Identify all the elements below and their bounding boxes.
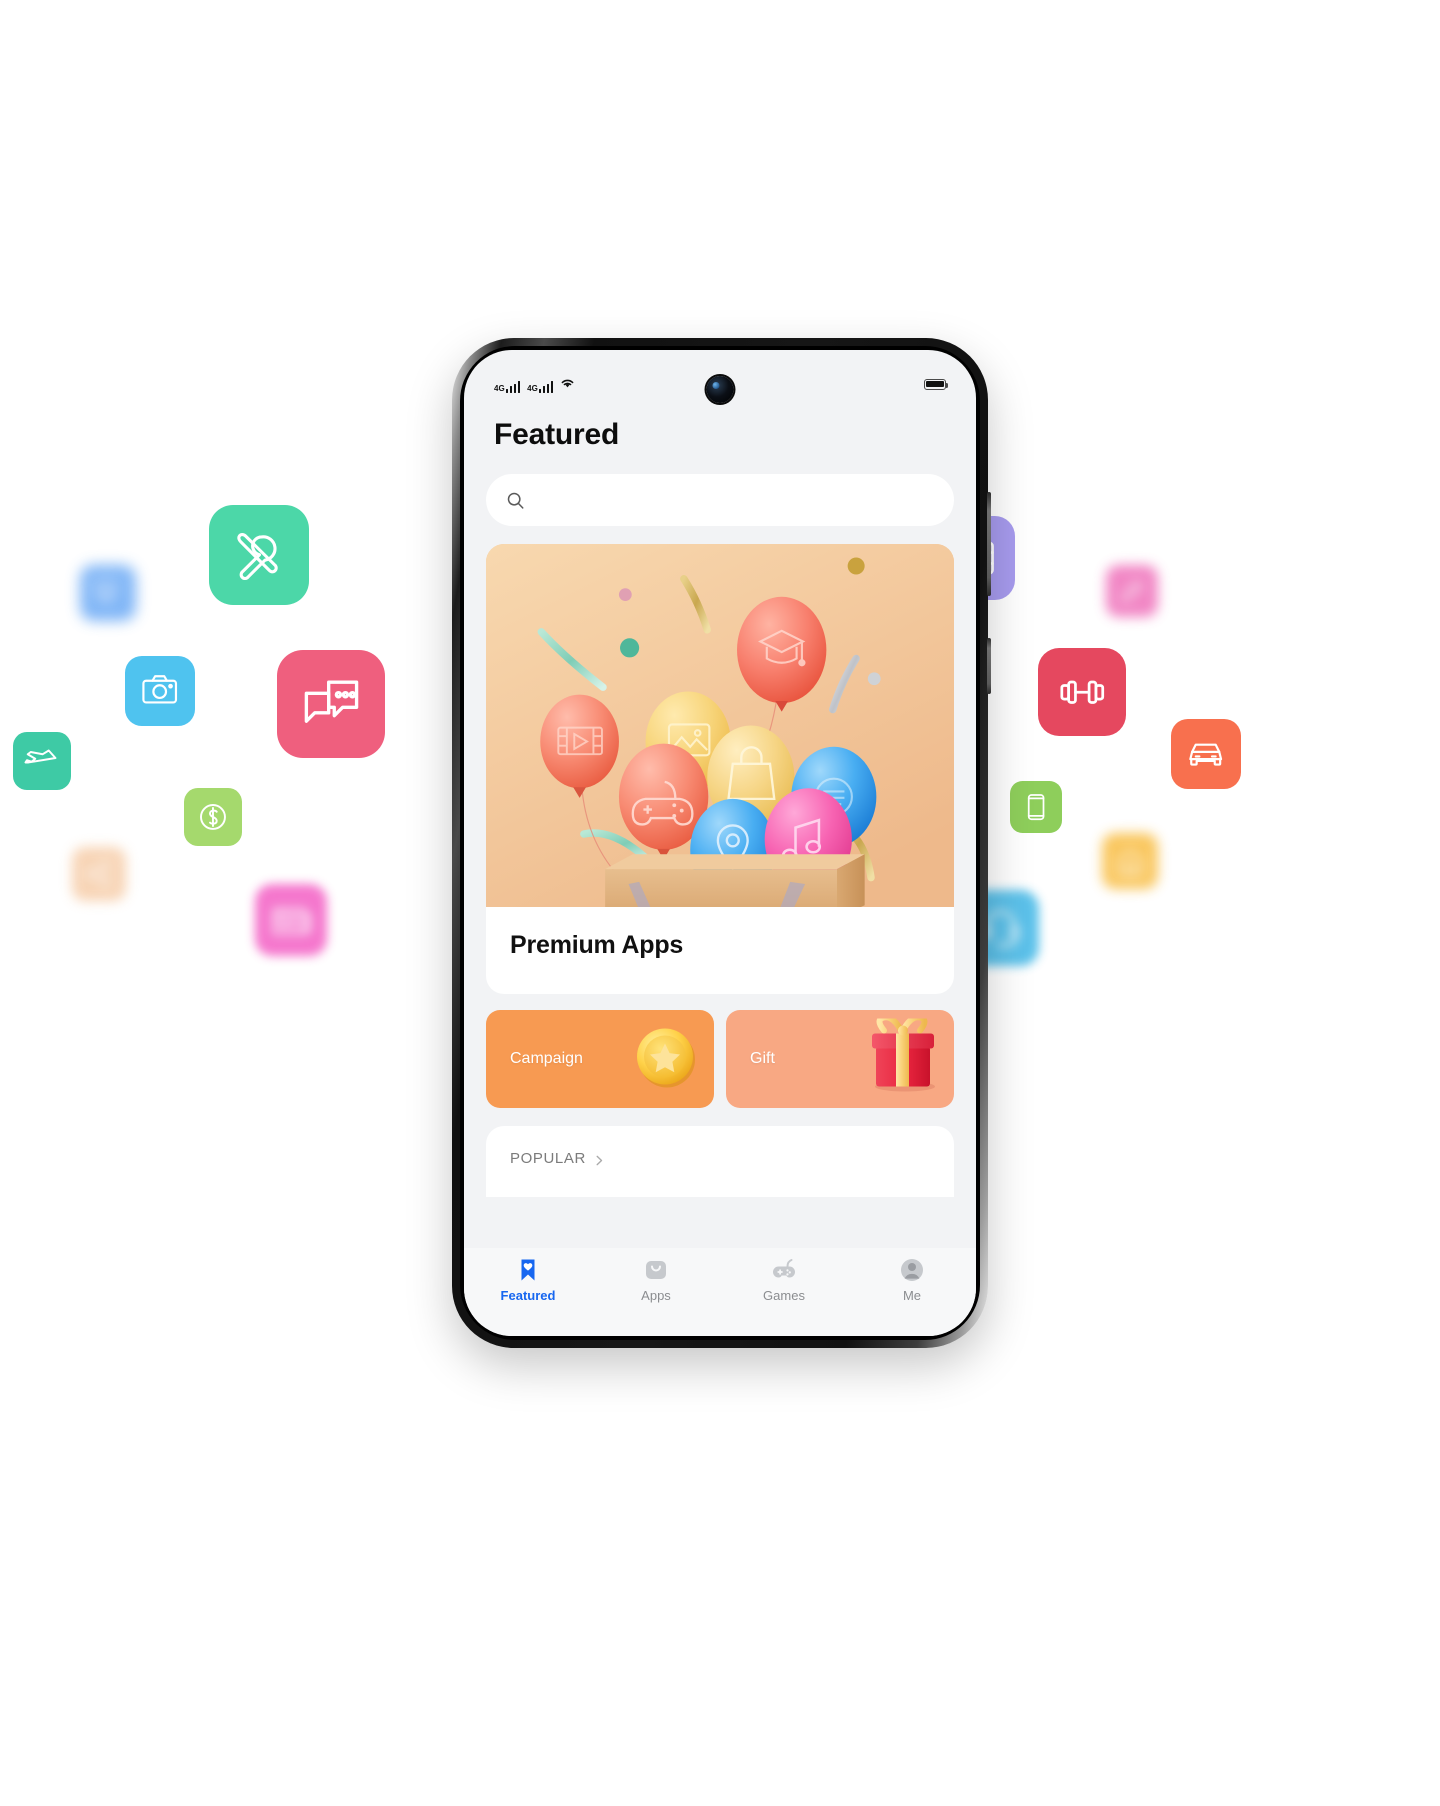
popular-section[interactable]: POPULAR	[486, 1126, 954, 1197]
bookmark-heart-icon	[515, 1257, 541, 1283]
home-indicator	[656, 1324, 784, 1328]
premium-apps-caption: Premium Apps	[510, 931, 684, 959]
tab-games-label: Games	[763, 1288, 805, 1303]
tab-me-label: Me	[902, 1288, 922, 1303]
person-icon	[899, 1257, 925, 1283]
bottom-tab-bar: Featured Apps Games Me	[464, 1248, 976, 1336]
campaign-card[interactable]: Campaign	[486, 1010, 714, 1108]
tab-games[interactable]: Games	[720, 1257, 848, 1303]
status-bar-right	[924, 378, 949, 390]
search-icon	[506, 491, 525, 510]
signal-label-sim2: 4G	[527, 383, 538, 393]
battery-full-icon	[924, 378, 949, 390]
camera-icon	[125, 656, 195, 726]
search-bar[interactable]	[486, 474, 954, 526]
chat-bubbles-icon	[277, 650, 385, 758]
popular-label: POPULAR	[510, 1150, 586, 1167]
tools-icon	[209, 505, 309, 605]
shopping-cart-icon	[80, 565, 136, 621]
car-icon	[1171, 719, 1241, 789]
gold-star-coin-icon	[628, 1019, 704, 1100]
page-title: Featured	[494, 418, 620, 451]
chevron-right-icon[interactable]	[594, 1153, 605, 1166]
dumbbell-icon	[1038, 648, 1126, 736]
tab-me[interactable]: Me	[848, 1257, 976, 1303]
status-bar-left: 4G 4G	[494, 376, 575, 393]
phone-screen: 4G 4G Featured Premium Apps Campaign Gif…	[464, 350, 976, 1336]
balloons-banner-image	[486, 544, 954, 907]
gift-box-icon	[862, 1014, 944, 1100]
share-icon	[72, 847, 126, 901]
search-input[interactable]	[535, 490, 934, 510]
gift-label: Gift	[750, 1050, 775, 1067]
signal-indicator-sim2: 4G	[527, 381, 554, 393]
wifi-icon	[560, 376, 575, 394]
popular-section-header[interactable]: POPULAR	[510, 1150, 930, 1167]
tab-apps-label: Apps	[641, 1288, 671, 1303]
campaign-label: Campaign	[510, 1050, 583, 1067]
app-bag-icon	[643, 1257, 669, 1283]
airplane-icon	[13, 732, 71, 790]
premium-apps-card[interactable]: Premium Apps	[486, 544, 954, 994]
tab-apps[interactable]: Apps	[592, 1257, 720, 1303]
mobile-phone-icon	[1010, 781, 1062, 833]
signal-indicator-sim1: 4G	[494, 381, 521, 393]
phone-power-button[interactable]	[987, 638, 991, 694]
gift-card[interactable]: Gift	[726, 1010, 954, 1108]
home-icon	[1102, 833, 1158, 889]
news-icon	[255, 884, 327, 956]
gamepad-icon	[771, 1257, 797, 1283]
front-camera-punchhole	[706, 376, 734, 403]
tab-featured-label: Featured	[500, 1288, 556, 1303]
tab-featured[interactable]: Featured	[464, 1257, 592, 1303]
signal-label-sim1: 4G	[494, 383, 505, 393]
phone-volume-button[interactable]	[987, 492, 991, 596]
dollar-coin-icon	[184, 788, 242, 846]
promo-row: Campaign Gift	[486, 1010, 954, 1108]
edit-pencil-icon	[1106, 565, 1158, 617]
phone-device-mockup: 4G 4G Featured Premium Apps Campaign Gif…	[452, 338, 991, 1348]
